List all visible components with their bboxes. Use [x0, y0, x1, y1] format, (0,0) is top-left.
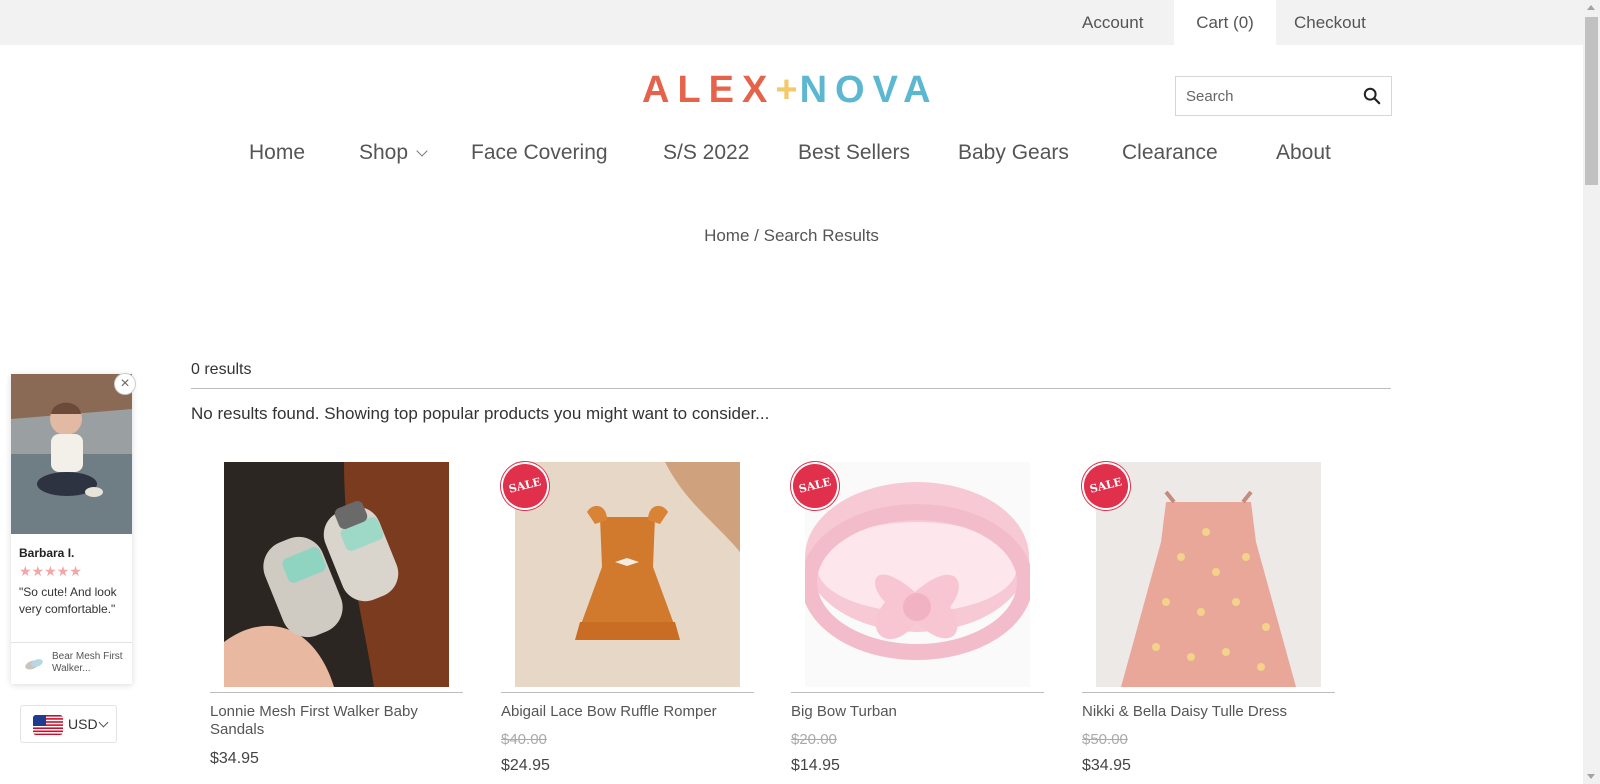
reviewer-name: Barbara I. [19, 546, 75, 560]
checkout-link[interactable]: Checkout [1294, 0, 1366, 45]
nav-item-face-covering[interactable]: Face Covering [471, 138, 608, 168]
product-image[interactable] [515, 462, 740, 687]
scrollbar-thumb[interactable] [1585, 17, 1598, 185]
nav-item-shop[interactable]: Shop [359, 138, 428, 168]
logo-plus: + [775, 69, 800, 111]
product-thumbnail-icon [23, 653, 45, 675]
breadcrumb-home[interactable]: Home [704, 226, 749, 245]
top-utility-bar: Account Cart (0) Checkout [0, 0, 1583, 45]
chevron-down-icon [416, 145, 428, 157]
product-divider [501, 692, 754, 693]
search-input[interactable] [1176, 77, 1356, 115]
product-original-price: $40.00 [501, 731, 547, 748]
romper-image [515, 462, 740, 687]
product-divider [1082, 692, 1335, 693]
rating-stars: ★★★★★ [19, 563, 82, 579]
review-quote: "So cute! And look very comfortable." [19, 585, 117, 616]
nav-item-about[interactable]: About [1276, 138, 1331, 168]
currency-code: USD [68, 716, 98, 732]
breadcrumb: Home / Search Results [0, 226, 1583, 246]
product-original-price: $50.00 [1082, 731, 1128, 748]
sandals-image [224, 462, 449, 687]
nav-item-shop-label: Shop [359, 141, 409, 164]
nav-item-best-sellers[interactable]: Best Sellers [798, 138, 910, 168]
scroll-down-arrow-icon[interactable] [1587, 774, 1595, 779]
product-original-price: $20.00 [791, 731, 837, 748]
no-results-message: No results found. Showing top popular pr… [191, 404, 770, 423]
baby-photo [11, 374, 132, 534]
results-divider [191, 388, 1391, 389]
product-name[interactable]: Big Bow Turban [791, 703, 1044, 721]
review-photo[interactable] [11, 374, 132, 534]
search-box [1175, 76, 1392, 116]
product-name[interactable]: Abigail Lace Bow Ruffle Romper [501, 703, 754, 721]
breadcrumb-current: Search Results [763, 226, 879, 245]
site-logo[interactable]: ALEX+NOVA [642, 68, 939, 112]
product-price: $34.95 [210, 750, 259, 767]
logo-text-nova: NOVA [799, 69, 939, 111]
close-icon[interactable]: × [114, 373, 136, 395]
nav-item-baby-gears[interactable]: Baby Gears [958, 138, 1069, 168]
product-image[interactable] [224, 462, 449, 687]
product-image[interactable] [1096, 462, 1321, 687]
us-flag-icon [33, 715, 63, 735]
review-product-name[interactable]: Bear Mesh First Walker... [52, 651, 128, 675]
breadcrumb-separator: / [754, 226, 759, 245]
main-nav: Home Shop Face Covering S/S 2022 Best Se… [0, 138, 1583, 168]
nav-item-ss-2022[interactable]: S/S 2022 [663, 138, 749, 168]
logo-text-alex: ALEX [642, 69, 776, 111]
results-count: 0 results [191, 361, 252, 378]
cart-link[interactable]: Cart (0) [1174, 0, 1276, 45]
nav-item-clearance[interactable]: Clearance [1122, 138, 1218, 168]
product-sale-price: $24.95 [501, 757, 550, 774]
account-link[interactable]: Account [1082, 0, 1143, 45]
nav-item-home[interactable]: Home [249, 138, 305, 168]
search-icon[interactable] [1363, 87, 1381, 105]
chevron-down-icon [98, 717, 109, 728]
turban-image [805, 462, 1030, 687]
product-name[interactable]: Nikki & Bella Daisy Tulle Dress [1082, 703, 1335, 721]
product-sale-price: $14.95 [791, 757, 840, 774]
product-sale-price: $34.95 [1082, 757, 1131, 774]
currency-selector[interactable]: USD [20, 705, 117, 743]
scroll-up-arrow-icon[interactable] [1587, 5, 1595, 10]
review-popup[interactable]: × Barbara I. ★★★★★ "So cute! And look ve… [11, 373, 136, 684]
tulle-dress-image [1096, 462, 1321, 687]
product-image[interactable] [805, 462, 1030, 687]
product-divider [791, 692, 1044, 693]
page-scrollbar[interactable] [1583, 0, 1600, 784]
product-name[interactable]: Lonnie Mesh First Walker Baby Sandals [210, 703, 463, 739]
product-divider [210, 692, 463, 693]
review-divider [11, 642, 132, 643]
